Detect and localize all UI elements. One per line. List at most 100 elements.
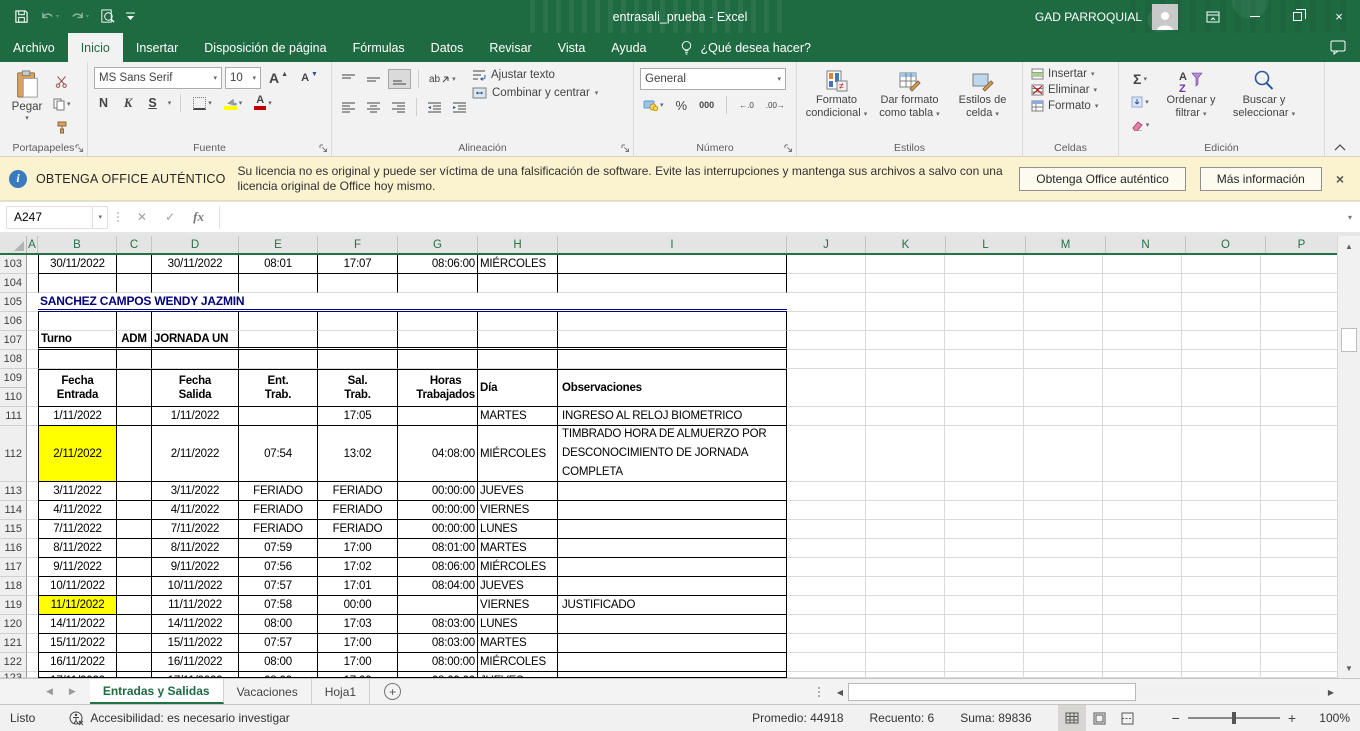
cell[interactable]: 08:03:00 bbox=[398, 615, 478, 634]
empty-cells[interactable] bbox=[787, 331, 1337, 350]
ribbon-tab[interactable]: Archivo bbox=[0, 33, 68, 62]
empty-cells[interactable] bbox=[787, 293, 1337, 312]
cell[interactable]: LUNES bbox=[478, 520, 558, 539]
ribbon-tab[interactable]: Inicio bbox=[68, 33, 123, 62]
cell[interactable] bbox=[558, 293, 787, 312]
cell[interactable]: MIÉRCOLES bbox=[478, 558, 558, 577]
cell[interactable] bbox=[239, 407, 318, 426]
cell[interactable]: 11/11/2022 bbox=[38, 596, 117, 615]
cell[interactable]: 08:00:00 bbox=[398, 653, 478, 672]
cell[interactable]: FERIADO bbox=[318, 501, 398, 520]
cell[interactable] bbox=[558, 653, 787, 672]
cell[interactable]: 4/11/2022 bbox=[152, 501, 239, 520]
cell[interactable]: JUEVES bbox=[478, 577, 558, 596]
redo-icon[interactable]: ▾ bbox=[70, 10, 89, 23]
empty-cells[interactable] bbox=[787, 369, 1337, 407]
cell[interactable] bbox=[27, 558, 38, 577]
collapse-ribbon-button[interactable] bbox=[1334, 144, 1346, 151]
column-header[interactable]: A bbox=[27, 236, 38, 253]
customize-qat-icon[interactable] bbox=[126, 12, 135, 21]
zoom-in-button[interactable]: + bbox=[1280, 710, 1304, 726]
cell[interactable] bbox=[318, 274, 398, 293]
ribbon-tab[interactable]: Revisar bbox=[476, 33, 544, 62]
cell[interactable]: JORNADA UN bbox=[152, 331, 239, 350]
cell[interactable]: 17:00 bbox=[318, 634, 398, 653]
column-header[interactable]: M bbox=[1026, 236, 1106, 253]
sheet-tab[interactable]: Entradas y Salidas bbox=[90, 679, 224, 704]
cell[interactable] bbox=[27, 426, 38, 482]
delete-cells-button[interactable]: Eliminar▾ bbox=[1031, 84, 1114, 96]
cell[interactable] bbox=[117, 426, 152, 482]
add-sheet-icon[interactable]: + bbox=[384, 683, 401, 700]
cell[interactable] bbox=[558, 501, 787, 520]
cell[interactable]: 2/11/2022 bbox=[152, 426, 239, 482]
row-header[interactable]: 116 bbox=[0, 539, 27, 558]
cell[interactable] bbox=[239, 312, 318, 331]
number-format-select[interactable]: General▾ bbox=[640, 68, 786, 90]
cell[interactable] bbox=[558, 634, 787, 653]
cell[interactable]: 07:57 bbox=[239, 577, 318, 596]
cell[interactable]: JUEVES bbox=[478, 482, 558, 501]
cell[interactable]: 1/11/2022 bbox=[152, 407, 239, 426]
hscroll-right-icon[interactable]: ▶ bbox=[1324, 683, 1338, 701]
alignment-dialog-launcher[interactable] bbox=[621, 144, 630, 153]
cell[interactable]: 4/11/2022 bbox=[38, 501, 117, 520]
print-preview-icon[interactable] bbox=[100, 9, 115, 24]
merge-center-button[interactable]: Combinar y centrar ▾ bbox=[472, 87, 598, 99]
cell[interactable] bbox=[318, 331, 398, 350]
row-header[interactable]: 112 bbox=[0, 426, 27, 482]
cell[interactable]: 00:00 bbox=[318, 596, 398, 615]
name-box[interactable]: A247 ▾ bbox=[6, 206, 108, 229]
empty-cells[interactable] bbox=[787, 274, 1337, 293]
cell[interactable] bbox=[117, 577, 152, 596]
cell[interactable]: Observaciones bbox=[558, 369, 787, 407]
row-header[interactable]: 107 bbox=[0, 331, 27, 350]
column-header[interactable]: J bbox=[787, 236, 866, 253]
cell[interactable]: 17:03 bbox=[318, 615, 398, 634]
expand-formula-bar-icon[interactable]: ▾ bbox=[1348, 213, 1352, 222]
empty-cells[interactable] bbox=[787, 501, 1337, 520]
cell-styles-button[interactable]: Estilos de celda ▾ bbox=[947, 65, 1018, 140]
row-header[interactable]: 121 bbox=[0, 634, 27, 653]
cell[interactable]: VIERNES bbox=[478, 596, 558, 615]
row-header[interactable]: 117 bbox=[0, 558, 27, 577]
decrease-indent-button[interactable] bbox=[424, 97, 445, 117]
scroll-up-icon[interactable]: ▲ bbox=[1338, 237, 1360, 255]
row-header[interactable]: 105 bbox=[0, 293, 27, 312]
format-cells-button[interactable]: Formato▾ bbox=[1031, 100, 1114, 112]
hscroll-left-icon[interactable]: ◀ bbox=[833, 683, 847, 701]
fill-color-button[interactable]: ▾ bbox=[221, 93, 246, 113]
row-header[interactable]: 113 bbox=[0, 482, 27, 501]
scrollbar-divider[interactable] bbox=[818, 687, 820, 697]
cell[interactable] bbox=[27, 482, 38, 501]
column-header[interactable]: O bbox=[1186, 236, 1266, 253]
cell[interactable]: 15/11/2022 bbox=[152, 634, 239, 653]
increase-decimal-button[interactable]: ←.0 bbox=[736, 95, 757, 115]
empty-cells[interactable] bbox=[787, 558, 1337, 577]
view-page-layout-button[interactable] bbox=[1086, 705, 1114, 731]
empty-cells[interactable] bbox=[787, 255, 1337, 274]
cell[interactable] bbox=[27, 520, 38, 539]
user-avatar[interactable] bbox=[1152, 4, 1178, 30]
ribbon-tab[interactable]: Vista bbox=[545, 33, 599, 62]
tell-me-search[interactable]: ¿Qué desea hacer? bbox=[680, 33, 812, 62]
empty-cells[interactable] bbox=[787, 482, 1337, 501]
cell[interactable]: MARTES bbox=[478, 539, 558, 558]
cell[interactable] bbox=[117, 615, 152, 634]
ribbon-tab[interactable]: Ayuda bbox=[598, 33, 659, 62]
cell[interactable]: 16/11/2022 bbox=[152, 653, 239, 672]
row-header[interactable]: 109 110 bbox=[0, 369, 27, 407]
status-sum[interactable]: Suma: 89836 bbox=[960, 711, 1031, 725]
cell[interactable] bbox=[558, 577, 787, 596]
cell[interactable]: 08:06:00 bbox=[398, 558, 478, 577]
restore-button[interactable] bbox=[1276, 0, 1318, 33]
increase-font-button[interactable]: A▲ bbox=[264, 68, 293, 88]
cell[interactable]: 8/11/2022 bbox=[152, 539, 239, 558]
status-average[interactable]: Promedio: 44918 bbox=[752, 711, 843, 725]
empty-cells[interactable] bbox=[787, 350, 1337, 369]
percent-style-button[interactable]: % bbox=[673, 95, 691, 115]
cell[interactable] bbox=[558, 350, 787, 369]
column-header[interactable]: N bbox=[1106, 236, 1186, 253]
clipboard-dialog-launcher[interactable] bbox=[75, 144, 84, 153]
cell[interactable] bbox=[38, 350, 117, 369]
